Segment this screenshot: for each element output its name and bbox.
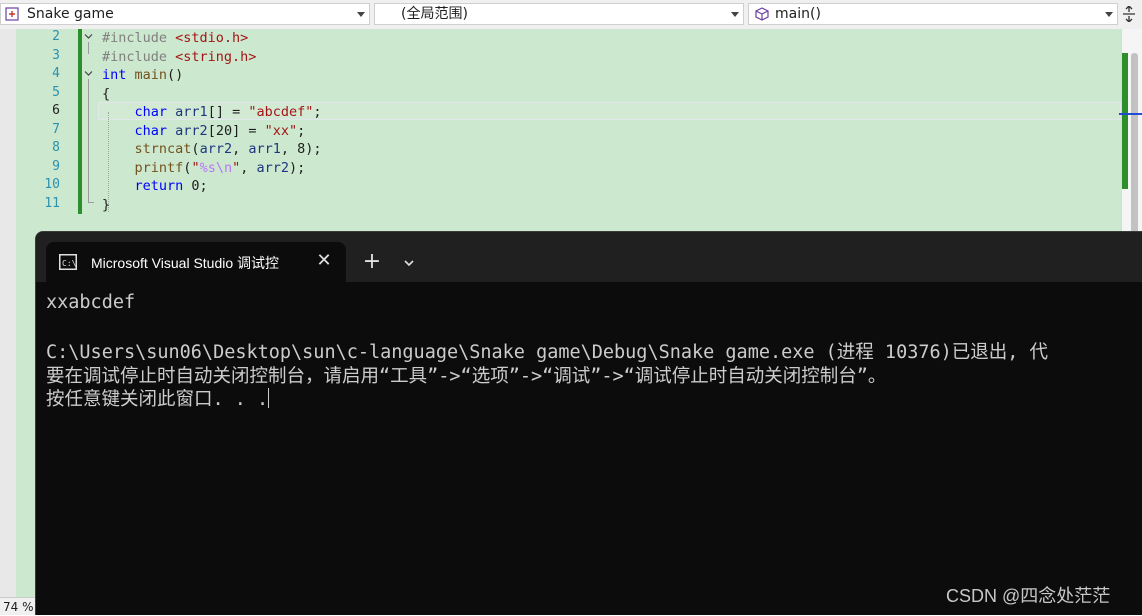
text-cursor	[268, 388, 270, 408]
chevron-down-icon	[357, 12, 365, 17]
member-dropdown[interactable]: main()	[748, 3, 1118, 25]
tab-title: Microsoft Visual Studio 调试控	[91, 255, 280, 271]
change-tracking-bar	[78, 29, 82, 214]
collapse-icon[interactable]	[84, 32, 93, 41]
project-name: Snake game	[27, 6, 114, 22]
fold-line	[88, 42, 89, 54]
line-number-current: 6	[52, 103, 60, 118]
line-number: 7	[52, 121, 60, 137]
terminal-tab[interactable]: C:\ Microsoft Visual Studio 调试控 ✕	[46, 242, 346, 282]
console-output-line: 按任意键关闭此窗口. . .	[46, 389, 269, 410]
chevron-down-icon[interactable]	[397, 251, 421, 275]
code-line: int main()	[102, 67, 184, 83]
project-icon	[5, 7, 19, 21]
project-dropdown[interactable]: Snake game	[0, 3, 370, 25]
scope-dropdown[interactable]: (全局范围)	[374, 3, 744, 25]
console-output-prompt: 按任意键关闭此窗口. . .	[46, 385, 270, 411]
zoom-level[interactable]: 74 %	[0, 597, 36, 615]
scrollbar-thumb[interactable]	[1131, 53, 1138, 233]
cube-icon	[755, 7, 769, 21]
caret-marker	[1119, 113, 1142, 115]
debug-console-window[interactable]: C:\ Microsoft Visual Studio 调试控 ✕ + xxab…	[35, 231, 1142, 615]
watermark: CSDN @四念处茫茫	[946, 586, 1111, 606]
line-number: 9	[52, 158, 60, 174]
fold-end	[88, 202, 94, 203]
line-number: 3	[52, 47, 60, 63]
navigation-bar: Snake game (全局范围) main()	[0, 0, 1142, 30]
svg-text:C:\: C:\	[62, 259, 77, 268]
code-line: {	[102, 85, 111, 102]
console-output-line: C:\Users\sun06\Desktop\sun\c-language\Sn…	[46, 342, 1049, 363]
terminal-titlebar: C:\ Microsoft Visual Studio 调试控 ✕ +	[36, 232, 1142, 282]
console-output-line: xxabcdef	[46, 292, 136, 313]
code-line: return 0;	[134, 178, 208, 194]
code-line: }	[102, 196, 111, 213]
change-marker	[1122, 53, 1128, 189]
new-tab-plus-icon[interactable]: +	[359, 249, 385, 275]
line-number: 4	[52, 66, 60, 81]
scope-name: (全局范围)	[401, 6, 468, 22]
line-number: 11	[44, 195, 60, 211]
collapse-icon[interactable]	[84, 69, 93, 78]
indicator-margin	[0, 29, 16, 615]
close-icon[interactable]: ✕	[314, 251, 334, 271]
code-line: #include <string.h>	[102, 48, 257, 65]
console-app-icon: C:\	[59, 254, 77, 270]
code-line: strncat(arr2, arr1, 8);	[134, 141, 322, 157]
line-number: 10	[44, 177, 60, 192]
fold-line	[88, 79, 89, 203]
line-number: 8	[52, 140, 60, 155]
split-window-icon[interactable]	[1121, 6, 1137, 22]
code-line: char arr1[] = "abcdef";	[134, 104, 322, 120]
line-number: 2	[52, 29, 60, 44]
code-line: #include <stdio.h>	[102, 30, 249, 46]
code-line: printf("%s\n", arr2);	[134, 159, 306, 176]
chevron-down-icon	[1105, 12, 1113, 17]
line-number: 5	[52, 84, 60, 100]
code-line: char arr2[20] = "xx";	[134, 122, 306, 139]
chevron-down-icon	[731, 12, 739, 17]
member-name: main()	[775, 6, 821, 22]
